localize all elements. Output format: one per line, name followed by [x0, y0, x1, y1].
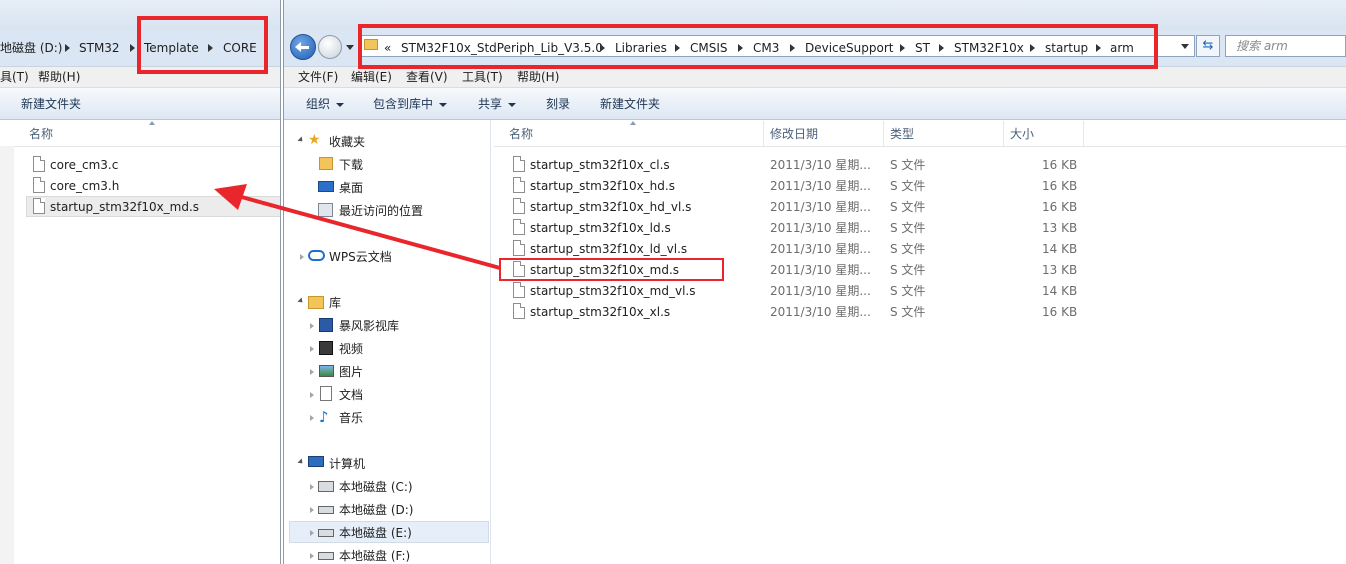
annotation-arrow [214, 184, 501, 270]
arrow-shaft [237, 194, 501, 270]
arrow-head [214, 184, 247, 210]
